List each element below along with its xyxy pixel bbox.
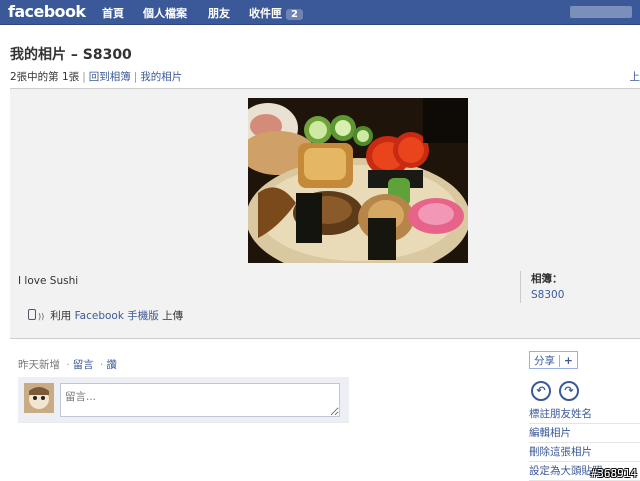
like-link[interactable]: 讚 — [106, 359, 117, 371]
nav-inbox[interactable]: 收件匣 2 — [249, 5, 303, 21]
album-label: 相簿： — [531, 273, 563, 285]
photo-caption: I love Sushi — [18, 275, 79, 287]
rotate-right-icon[interactable]: ↷ — [554, 376, 584, 406]
album-info: 相簿： S8300 — [520, 271, 564, 303]
nav-home[interactable]: 首頁 — [102, 5, 124, 21]
divider: · — [66, 359, 70, 371]
avatar-image — [24, 383, 54, 413]
delete-photo-link[interactable]: 刪除這張相片 — [529, 443, 640, 462]
share-button[interactable]: 分享 + — [529, 351, 578, 369]
nav-profile[interactable]: 個人檔案 — [143, 5, 187, 21]
upload-suffix: 上傳 — [162, 310, 184, 322]
user-name-blurred[interactable] — [570, 6, 632, 18]
share-label: 分享 — [534, 355, 555, 367]
album-name-link[interactable]: S8300 — [531, 289, 564, 301]
photo-counter: 2張中的第 1張 — [10, 71, 80, 83]
my-photos-link[interactable]: 我的相片 — [140, 71, 182, 83]
top-bar: facebook 首頁 個人檔案 朋友 收件匣 2 — [0, 0, 640, 25]
nav-friends[interactable]: 朋友 — [208, 5, 230, 21]
divider: | — [82, 71, 86, 83]
photo-subnav: 2張中的第 1張 | 回到相簿 | 我的相片 — [10, 69, 182, 84]
comment-composer — [18, 377, 349, 423]
share-plus-icon: + — [559, 355, 573, 367]
signal-icon: )) — [38, 312, 45, 321]
added-time: 昨天新增 — [18, 359, 60, 371]
nav-inbox-label: 收件匣 — [249, 7, 282, 20]
watermark: #368914 — [590, 467, 637, 480]
comment-input[interactable] — [60, 383, 340, 417]
upload-prefix: 利用 — [50, 310, 72, 322]
page-title: 我的相片 – S8300 — [10, 47, 132, 63]
avatar — [24, 383, 54, 413]
edit-photo-link[interactable]: 編輯相片 — [529, 424, 640, 443]
divider: | — [133, 71, 138, 83]
divider: · — [100, 359, 104, 371]
previous-link[interactable]: 上 — [630, 69, 640, 84]
sushi-photo[interactable] — [248, 98, 468, 263]
comments-header: 昨天新增 · 留言 · 讚 — [18, 357, 117, 372]
facebook-logo[interactable]: facebook — [8, 2, 86, 21]
comment-link[interactable]: 留言 — [73, 359, 94, 371]
back-to-album-link[interactable]: 回到相簿 — [89, 71, 131, 83]
rotate-left-icon[interactable]: ↶ — [526, 376, 556, 406]
tag-friends-link[interactable]: 標註朋友姓名 — [529, 405, 640, 424]
sushi-photo-image — [248, 98, 468, 263]
facebook-mobile-link[interactable]: Facebook 手機版 — [75, 310, 159, 322]
upload-source: )) 利用 Facebook 手機版 上傳 — [28, 308, 183, 323]
inbox-count-badge: 2 — [286, 9, 303, 20]
photo-area: I love Sushi )) 利用 Facebook 手機版 上傳 相簿： S8… — [10, 88, 640, 339]
mobile-phone-icon — [28, 309, 36, 320]
